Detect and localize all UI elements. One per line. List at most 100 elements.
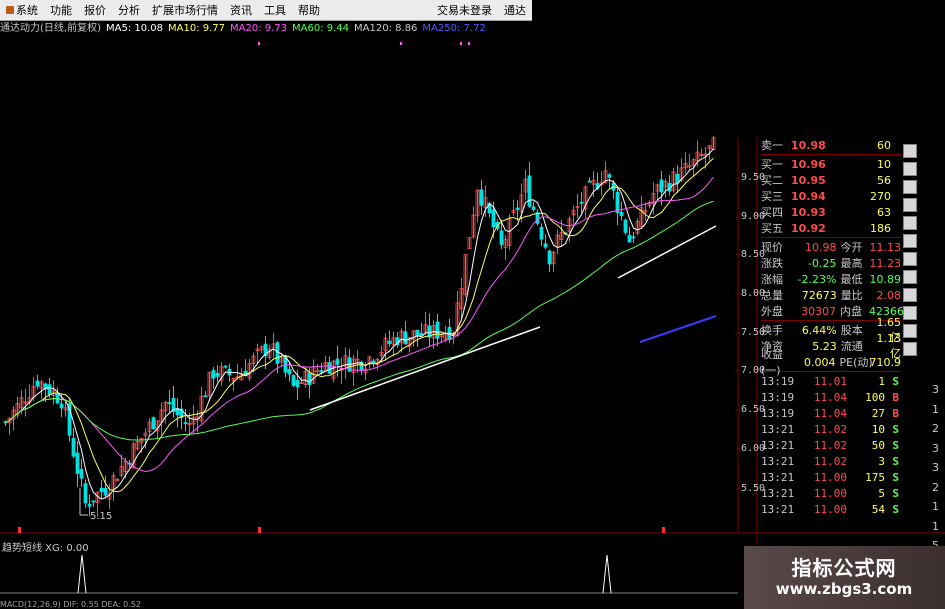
stat-value: 710.9 (869, 355, 902, 369)
tick-volume: 175 (865, 470, 885, 484)
candle-body (35, 380, 40, 387)
stat-label: 现价 (761, 241, 783, 254)
candle-body (623, 219, 628, 233)
orderbook-label: 买三 (761, 190, 783, 203)
candle-body (415, 329, 420, 337)
candle-body (99, 487, 104, 493)
orderbook-volume: 270 (870, 189, 891, 203)
plus-icon[interactable] (903, 180, 917, 194)
tick-volume: 1 (878, 374, 885, 388)
tick-time: 13:21 (761, 422, 795, 436)
stat-label: 换手 (761, 324, 783, 337)
tick-time: 13:21 (761, 438, 795, 452)
right-scroll-item: 1 (932, 402, 939, 416)
orderbook-label: 买五 (761, 222, 783, 235)
candle-body (543, 243, 548, 248)
watermark: 指标公式网 www.zbgs3.com (744, 546, 945, 609)
orderbook-row: 买四 10.93 63 (761, 204, 901, 220)
stat-label: 总量 (761, 289, 783, 302)
orderbook-volume: 10 (877, 157, 891, 171)
orderbook-price: 10.95 (791, 173, 826, 187)
candle-body (387, 340, 392, 344)
tick-direction: S (892, 486, 899, 500)
menu-right-item-0[interactable]: 交易未登录 (431, 2, 498, 18)
menu-item-label: 报价 (84, 4, 106, 17)
candle-body (539, 226, 544, 240)
map-icon[interactable] (903, 342, 917, 356)
candle-body (631, 236, 636, 239)
candle-body (275, 342, 280, 364)
menu-item-label: 扩展市场行情 (152, 4, 218, 17)
tick-direction: S (892, 502, 899, 516)
tick-volume: 27 (871, 406, 885, 420)
menu-bar: 系统 功能 报价 分析 扩展市场行情 资讯 工具 帮助 交易未登录 通达 (0, 0, 532, 21)
menu-item-3[interactable]: 分析 (112, 0, 146, 20)
right-scroll-item: 3 (932, 441, 939, 455)
stat-label: 内盘 (840, 305, 863, 318)
menu-item-5[interactable]: 资讯 (224, 0, 258, 20)
stock-name: 通达动力(日线,前复权) (0, 23, 101, 34)
zoom-icon[interactable] (903, 306, 917, 320)
orderbook-row: 买二 10.95 56 (761, 172, 901, 188)
grid-icon[interactable] (903, 216, 917, 230)
orderbook-volume: 63 (877, 205, 891, 219)
legend-marker (460, 42, 462, 45)
menu-item-1[interactable]: 功能 (44, 0, 78, 20)
tick-price: 11.00 (813, 470, 847, 484)
tick-volume: 10 (871, 422, 885, 436)
menu-right-item-1[interactable]: 通达 (498, 2, 532, 18)
orderbook-price: 10.94 (791, 189, 826, 203)
menu-item-2[interactable]: 报价 (78, 0, 112, 20)
tick-direction: S (892, 470, 899, 484)
tick-row: 13:21 11.00 5 S (761, 485, 901, 501)
menu-item-7[interactable]: 帮助 (292, 0, 326, 20)
quote-panel: 卖一 10.98 60 买一 10.96 10 买二 10.95 56 买三 10.94 270 买四… (761, 137, 904, 517)
ps-icon[interactable] (903, 324, 917, 338)
candle-body (319, 370, 324, 373)
ma-line-10 (5, 157, 714, 493)
tick-price: 11.02 (813, 438, 847, 452)
right-scroll-item: 2 (932, 480, 939, 494)
bars-icon[interactable] (903, 252, 917, 266)
candle-body (83, 483, 88, 504)
candle-body (335, 358, 340, 365)
orderbook-volume: 186 (870, 221, 891, 235)
legend-marker (258, 42, 260, 45)
candle-body (79, 468, 84, 479)
ma-legend-item: MA60: 9.44 (292, 23, 350, 34)
candle-body (659, 179, 664, 193)
news-icon[interactable] (903, 270, 917, 284)
right-toolbar (902, 140, 918, 360)
candle-body (295, 380, 300, 388)
ma-line-20 (5, 176, 714, 473)
menu-item-6[interactable]: 工具 (258, 0, 292, 20)
candle-body (527, 175, 532, 207)
candle-body (203, 395, 208, 398)
stat-label: 涨跌 (761, 257, 783, 270)
legend-marker (468, 42, 470, 45)
orderbook-row: 买五 10.92 186 (761, 220, 901, 236)
pen-icon[interactable] (903, 288, 917, 302)
candle-body (103, 488, 108, 496)
book-icon[interactable] (903, 234, 917, 248)
right-scroll-item: 3 (932, 461, 939, 474)
candle-body (167, 402, 172, 405)
menu-item-0[interactable]: 系统 (0, 0, 44, 20)
chart-icon[interactable] (903, 144, 917, 158)
menu-item-4[interactable]: 扩展市场行情 (146, 0, 224, 20)
tick-time: 13:19 (761, 406, 795, 420)
stat-label: 收益(一) (761, 348, 783, 377)
tick-row: 13:21 11.00 175 S (761, 469, 901, 485)
legend-marker (400, 42, 402, 45)
candle-body (627, 234, 632, 243)
fx-icon[interactable] (903, 198, 917, 212)
trend-line (617, 225, 717, 279)
ma250-line (639, 315, 717, 343)
low-price-label: 5.15 (90, 511, 113, 522)
menu-item-label: 系统 (16, 4, 38, 17)
tick-volume: 3 (878, 454, 885, 468)
list-icon[interactable] (903, 162, 917, 176)
stat-row: 总量 72673 量比 2.08 (761, 287, 901, 303)
candle-body (435, 321, 440, 339)
orderbook-price: 10.93 (791, 205, 826, 219)
